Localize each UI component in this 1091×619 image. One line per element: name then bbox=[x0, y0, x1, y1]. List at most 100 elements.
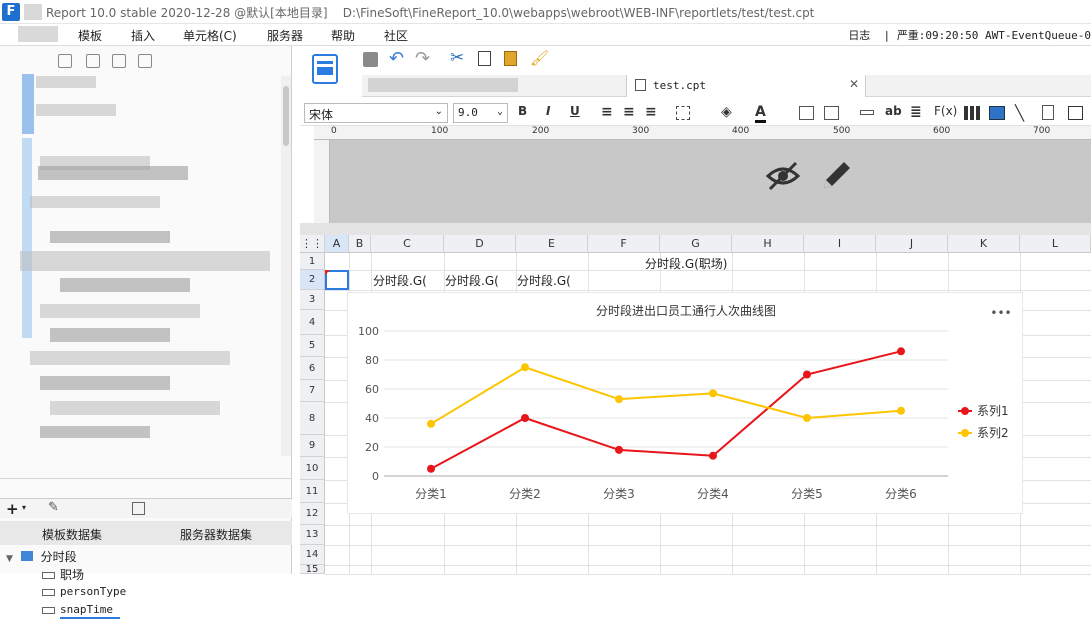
cut-icon[interactable]: ✂ bbox=[450, 48, 464, 68]
delete-icon[interactable] bbox=[112, 54, 126, 68]
column-header-l[interactable]: L bbox=[1020, 235, 1091, 253]
row-header-3[interactable]: 3 bbox=[300, 290, 325, 310]
font-size-select[interactable]: 9.0 ⌄ bbox=[453, 103, 508, 123]
ruler-mark: 200 bbox=[532, 126, 550, 136]
menu-template[interactable]: 模板 bbox=[78, 27, 102, 44]
column-header-d[interactable]: D bbox=[444, 235, 516, 253]
rich-text-icon[interactable]: ≣ bbox=[910, 104, 922, 120]
align-center-icon[interactable]: ≡ bbox=[623, 104, 635, 120]
save-icon[interactable] bbox=[363, 52, 378, 67]
menu-cell[interactable]: 单元格(C) bbox=[183, 27, 237, 44]
paste-icon[interactable] bbox=[504, 51, 517, 66]
subreport-icon[interactable] bbox=[1042, 105, 1054, 120]
row-header-10[interactable]: 10 bbox=[300, 457, 325, 480]
close-icon[interactable]: ✕ bbox=[849, 77, 859, 91]
column-header-c[interactable]: C bbox=[371, 235, 444, 253]
preview-dataset-icon[interactable] bbox=[132, 502, 145, 515]
chevron-down-icon[interactable]: ▾ bbox=[22, 503, 26, 512]
column-header-f[interactable]: F bbox=[588, 235, 660, 253]
fill-color-icon[interactable]: ◈ bbox=[721, 104, 732, 120]
dataset-toolbar: + ▾ ✎ bbox=[0, 498, 292, 518]
ruler-mark: 500 bbox=[833, 126, 851, 136]
menu-help[interactable]: 帮助 bbox=[331, 27, 355, 44]
y-tick-label: 80 bbox=[365, 354, 379, 367]
row-header-11[interactable]: 11 bbox=[300, 480, 325, 503]
copy-icon[interactable] bbox=[138, 54, 152, 68]
field-icon bbox=[42, 588, 55, 596]
tree-scrollbar[interactable] bbox=[281, 76, 291, 456]
field-item[interactable]: 职场 bbox=[42, 566, 84, 583]
redo-icon[interactable]: ↷ bbox=[415, 48, 430, 69]
cell-g1[interactable]: 分时段.G(职场) bbox=[645, 255, 727, 272]
column-header-e[interactable]: E bbox=[516, 235, 588, 253]
column-header-g[interactable]: G bbox=[660, 235, 732, 253]
row-header-6[interactable]: 6 bbox=[300, 357, 325, 380]
insert-text-icon[interactable]: ab bbox=[885, 104, 902, 118]
data-point bbox=[897, 347, 905, 356]
grid-row-line bbox=[325, 545, 1091, 546]
row-header-14[interactable]: 14 bbox=[300, 545, 325, 565]
bold-button[interactable]: B bbox=[518, 104, 527, 118]
insert-image-icon[interactable] bbox=[989, 106, 1005, 120]
tab-template-dataset[interactable]: 模板数据集 bbox=[42, 526, 102, 543]
format-painter-icon[interactable]: 🖌 bbox=[530, 49, 549, 67]
add-dataset-icon[interactable]: + bbox=[6, 500, 19, 518]
row-header-15[interactable]: 15 bbox=[300, 565, 325, 575]
border-icon[interactable] bbox=[676, 106, 690, 120]
select-all-corner[interactable]: ⋮⋮ bbox=[300, 235, 325, 253]
column-header-i[interactable]: I bbox=[804, 235, 876, 253]
ruler-mark: 300 bbox=[632, 126, 650, 136]
row-header-9[interactable]: 9 bbox=[300, 435, 325, 457]
merge-cell-icon[interactable] bbox=[799, 106, 814, 120]
text-field-icon[interactable] bbox=[860, 110, 874, 115]
frame-icon[interactable] bbox=[1068, 106, 1083, 120]
align-right-icon[interactable]: ≡ bbox=[645, 104, 657, 120]
column-header-h[interactable]: H bbox=[732, 235, 804, 253]
font-color-icon[interactable]: A bbox=[755, 104, 766, 123]
edit-icon[interactable]: ✎ bbox=[48, 500, 59, 515]
undo-icon[interactable]: ↶ bbox=[389, 48, 404, 69]
row-header-12[interactable]: 12 bbox=[300, 503, 325, 525]
template-icon[interactable] bbox=[312, 54, 338, 84]
tab-server-dataset[interactable]: 服务器数据集 bbox=[180, 526, 252, 543]
cell-e2[interactable]: 分时段.G( bbox=[517, 272, 571, 289]
slash-icon[interactable]: ╲ bbox=[1015, 104, 1024, 122]
dataset-icon bbox=[20, 551, 33, 561]
row-header-5[interactable]: 5 bbox=[300, 335, 325, 357]
font-family-select[interactable]: 宋体 ⌄ bbox=[304, 103, 448, 123]
italic-button[interactable]: I bbox=[546, 104, 550, 118]
cell-c2[interactable]: 分时段.G( bbox=[373, 272, 427, 289]
field-item[interactable]: personType bbox=[42, 585, 126, 598]
column-header-j[interactable]: J bbox=[876, 235, 948, 253]
collapse-icon[interactable]: ▼ bbox=[6, 554, 13, 564]
dataset-node[interactable]: ▼ 分时段 bbox=[6, 548, 77, 565]
split-cell-icon[interactable] bbox=[824, 106, 839, 120]
row-header-13[interactable]: 13 bbox=[300, 525, 325, 545]
chart-svg: 分时段进出口员工通行人次曲线图 ••• 0 20 40 60 80 100 分类1 分类2 分类3 分… bbox=[358, 303, 1012, 501]
title-bar: F Report 10.0 stable 2020-12-28 @默认[本地目录… bbox=[0, 0, 1091, 24]
row-header-4[interactable]: 4 bbox=[300, 310, 325, 335]
align-left-icon[interactable]: ≡ bbox=[601, 104, 613, 120]
cell-d2[interactable]: 分时段.G( bbox=[445, 272, 499, 289]
row-header-2[interactable]: 2 bbox=[300, 270, 325, 290]
insert-chart-icon[interactable] bbox=[964, 106, 980, 120]
row-header-8[interactable]: 8 bbox=[300, 402, 325, 435]
column-header-b[interactable]: B bbox=[349, 235, 371, 253]
formula-icon[interactable]: F(x) bbox=[934, 104, 957, 118]
underline-button[interactable]: U bbox=[570, 104, 580, 118]
y-tick-label: 40 bbox=[365, 412, 379, 425]
new-folder-icon[interactable] bbox=[58, 54, 72, 68]
menu-server[interactable]: 服务器 bbox=[267, 27, 303, 44]
row-header-7[interactable]: 7 bbox=[300, 380, 325, 402]
tab-test-cpt[interactable]: test.cpt ✕ bbox=[626, 75, 866, 97]
row-header-1[interactable]: 1 bbox=[300, 253, 325, 270]
line-chart[interactable]: 分时段进出口员工通行人次曲线图 ••• 0 20 40 60 80 100 分类1 分类2 分类3 分… bbox=[347, 292, 1023, 514]
copy-icon[interactable] bbox=[478, 51, 491, 66]
log-button[interactable]: 日志 bbox=[848, 29, 870, 42]
column-header-k[interactable]: K bbox=[948, 235, 1020, 253]
column-header-a[interactable]: A bbox=[325, 235, 349, 253]
menu-community[interactable]: 社区 bbox=[384, 27, 408, 44]
menu-insert[interactable]: 插入 bbox=[131, 27, 155, 44]
import-icon[interactable] bbox=[86, 54, 100, 68]
field-item[interactable]: snapTime bbox=[42, 603, 113, 616]
